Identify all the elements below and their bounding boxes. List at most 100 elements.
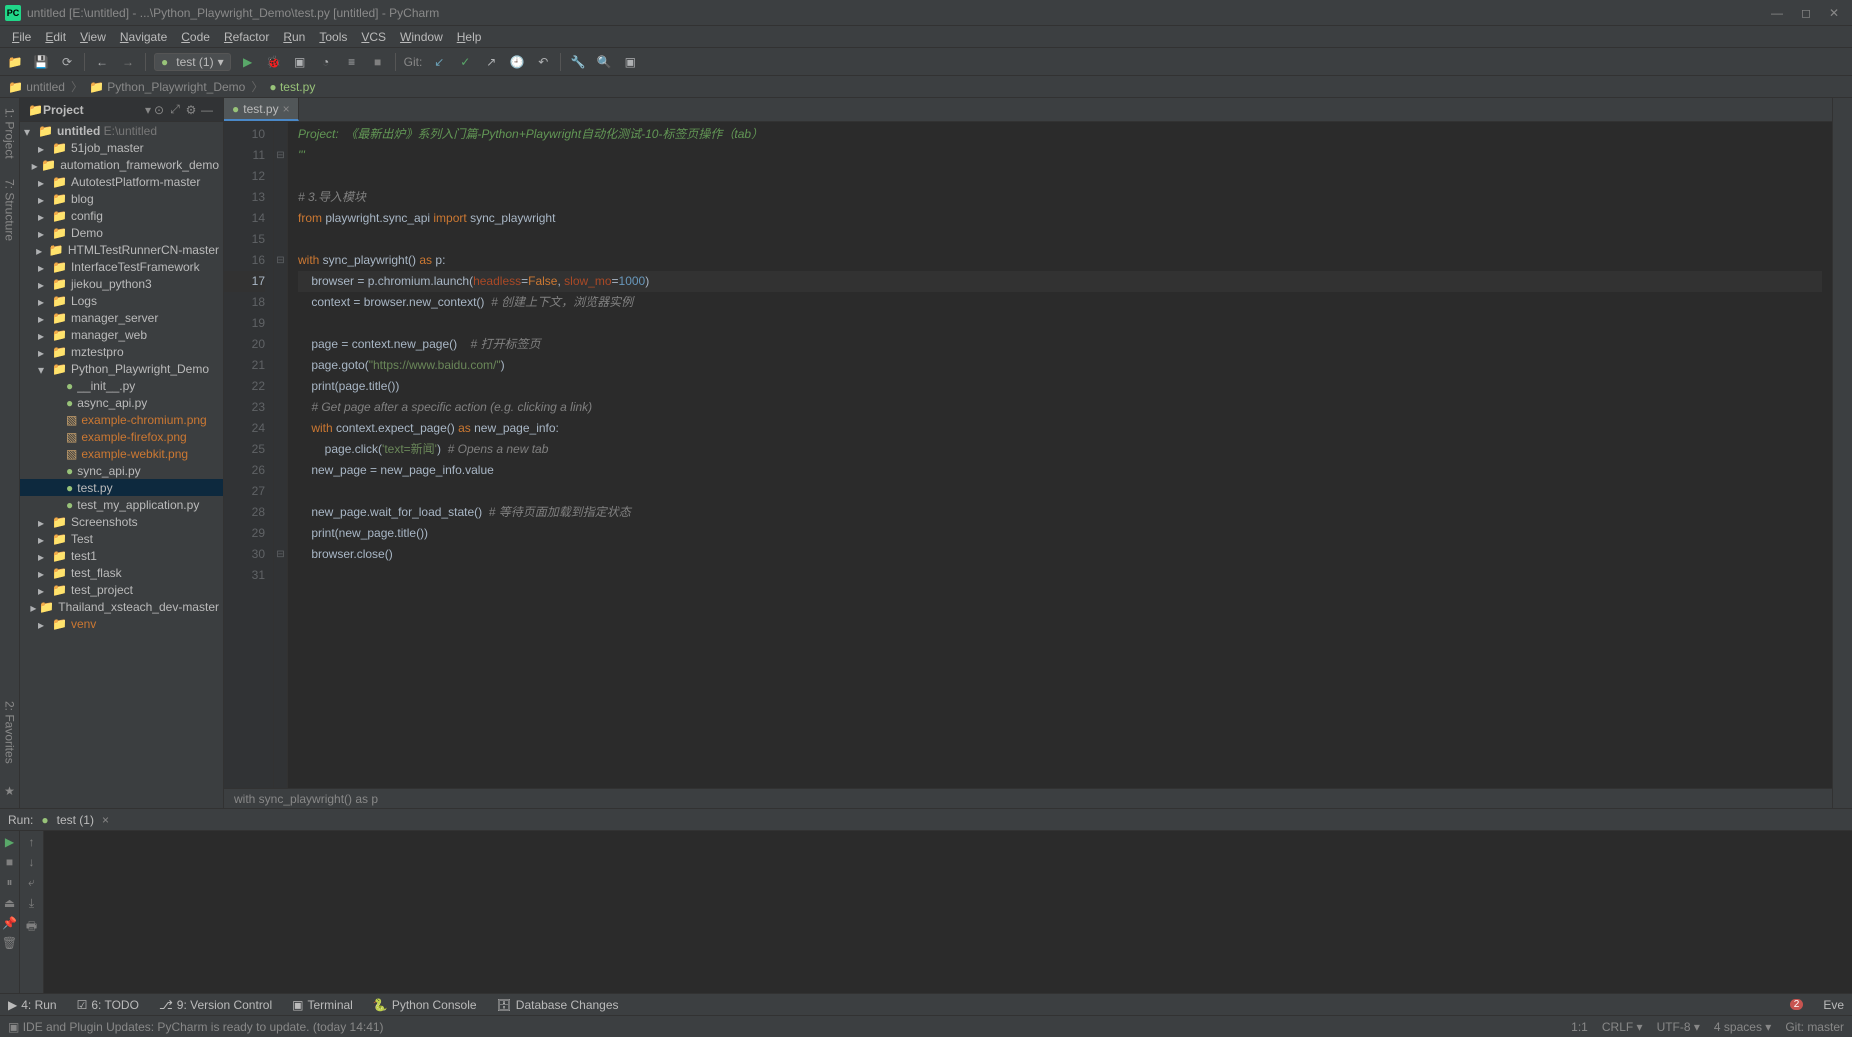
coverage-icon[interactable]: ▣	[291, 53, 309, 71]
structure-tool-tab[interactable]: 7: Structure	[3, 179, 17, 241]
refresh-icon[interactable]: ⟳	[58, 53, 76, 71]
tree-item[interactable]: ▸📁51job_master	[20, 139, 223, 156]
menu-vcs[interactable]: VCS	[355, 28, 392, 46]
tab-close-icon[interactable]: ×	[283, 102, 290, 116]
close-icon[interactable]: ✕	[1829, 6, 1839, 20]
menu-tools[interactable]: Tools	[313, 28, 353, 46]
vcs-tab-button[interactable]: ⎇ 9: Version Control	[159, 998, 272, 1012]
pause-icon[interactable]: ⏸	[6, 875, 12, 890]
menu-help[interactable]: Help	[451, 28, 488, 46]
tree-item[interactable]: ▸📁venv	[20, 615, 223, 632]
run-tab-button[interactable]: ▶ 4: Run	[8, 998, 57, 1012]
tree-item[interactable]: ▧example-firefox.png	[20, 428, 223, 445]
run-tab-close-icon[interactable]: ×	[102, 813, 109, 827]
locate-icon[interactable]: ⊙	[151, 103, 167, 117]
tree-item[interactable]: ▸📁config	[20, 207, 223, 224]
tree-item[interactable]: ▾📁Python_Playwright_Demo	[20, 360, 223, 377]
save-icon[interactable]: 💾	[32, 53, 50, 71]
error-badge[interactable]: 2	[1790, 999, 1804, 1010]
favorites-tool-tab[interactable]: 2: Favorites	[3, 701, 17, 764]
menu-edit[interactable]: Edit	[39, 28, 72, 46]
maximize-icon[interactable]: ◻	[1801, 6, 1811, 20]
favorites-star-icon[interactable]: ★	[3, 784, 17, 798]
tree-item[interactable]: ●async_api.py	[20, 394, 223, 411]
menu-view[interactable]: View	[74, 28, 112, 46]
search-icon[interactable]: 🔍	[595, 53, 613, 71]
debug-icon[interactable]: 🐞	[265, 53, 283, 71]
run-output[interactable]	[44, 831, 1852, 993]
profile-icon[interactable]: ◔	[317, 53, 335, 71]
tree-item[interactable]: ▸📁Thailand_xsteach_dev-master	[20, 598, 223, 615]
rerun-icon[interactable]: ▶	[5, 835, 14, 849]
event-log-tab-button[interactable]: Eve	[1823, 998, 1844, 1012]
tree-item[interactable]: ●sync_api.py	[20, 462, 223, 479]
line-sep[interactable]: CRLF ▾	[1602, 1020, 1643, 1034]
stop-icon[interactable]: ■	[369, 53, 387, 71]
breadcrumb-folder[interactable]: Python_Playwright_Demo	[107, 80, 245, 94]
tree-item[interactable]: ▸📁blog	[20, 190, 223, 207]
menu-file[interactable]: File	[6, 28, 37, 46]
breadcrumb-root[interactable]: untitled	[26, 80, 65, 94]
update-icon[interactable]: ↙	[430, 53, 448, 71]
db-changes-tab-button[interactable]: 🗄 Database Changes	[497, 998, 619, 1012]
minimize-icon[interactable]: —	[1771, 6, 1783, 20]
tree-item[interactable]: ▸📁test_flask	[20, 564, 223, 581]
tree-item[interactable]: ▸📁mztestpro	[20, 343, 223, 360]
run-config-select[interactable]: ●test (1)▾	[154, 53, 231, 71]
tree-item[interactable]: ●test_my_application.py	[20, 496, 223, 513]
tree-item[interactable]: ▸📁AutotestPlatform-master	[20, 173, 223, 190]
tree-item[interactable]: ▧example-webkit.png	[20, 445, 223, 462]
pin-icon[interactable]: 📌	[2, 916, 17, 930]
menu-refactor[interactable]: Refactor	[218, 28, 275, 46]
concurrency-icon[interactable]: ≡	[343, 53, 361, 71]
down-icon[interactable]: ↓	[29, 855, 35, 869]
tree-item[interactable]: ▸📁Demo	[20, 224, 223, 241]
code-editor[interactable]: 1011121314151617181920212223242526272829…	[224, 122, 1832, 788]
encoding[interactable]: UTF-8 ▾	[1657, 1020, 1700, 1034]
window-icon[interactable]: ▣	[8, 1020, 19, 1034]
scroll-icon[interactable]: ⤓	[29, 896, 34, 911]
indent[interactable]: 4 spaces ▾	[1714, 1020, 1771, 1034]
tree-item[interactable]: ▸📁jiekou_python3	[20, 275, 223, 292]
history-icon[interactable]: 🕘	[508, 53, 526, 71]
project-tree[interactable]: ▾📁untitled E:\untitled▸📁51job_master▸📁au…	[20, 122, 223, 808]
editor-tab-test-py[interactable]: ● test.py ×	[224, 98, 299, 121]
tree-item[interactable]: ●__init__.py	[20, 377, 223, 394]
breadcrumb-file[interactable]: test.py	[280, 80, 315, 94]
softwrap-icon[interactable]: ⤶	[28, 875, 35, 890]
compare-icon[interactable]: ↗	[482, 53, 500, 71]
tree-item[interactable]: ▸📁InterfaceTestFramework	[20, 258, 223, 275]
rollback-icon[interactable]: ↶	[534, 53, 552, 71]
forward-icon[interactable]: →	[119, 53, 137, 71]
tree-item[interactable]: ▸📁Screenshots	[20, 513, 223, 530]
tree-item[interactable]: ▧example-chromium.png	[20, 411, 223, 428]
up-icon[interactable]: ↑	[29, 835, 35, 849]
tree-item[interactable]: ▸📁HTMLTestRunnerCN-master	[20, 241, 223, 258]
project-tool-tab[interactable]: 1: Project	[3, 108, 17, 159]
hide-icon[interactable]: —	[199, 103, 215, 117]
tree-item[interactable]: ▸📁Logs	[20, 292, 223, 309]
settings-icon[interactable]: ⚙	[183, 103, 199, 117]
git-branch[interactable]: Git: master	[1785, 1020, 1844, 1034]
more-icon[interactable]: ▣	[621, 53, 639, 71]
tree-item[interactable]: ▸📁manager_web	[20, 326, 223, 343]
caret-position[interactable]: 1:1	[1571, 1020, 1588, 1034]
stop-run-icon[interactable]: ■	[6, 855, 13, 869]
tree-item[interactable]: ▸📁manager_server	[20, 309, 223, 326]
todo-tab-button[interactable]: ☑ 6: TODO	[77, 998, 139, 1012]
print-icon[interactable]: 🖶	[26, 917, 37, 938]
back-icon[interactable]: ←	[93, 53, 111, 71]
open-icon[interactable]: 📁	[6, 53, 24, 71]
run-icon[interactable]: ▶	[239, 53, 257, 71]
menu-code[interactable]: Code	[175, 28, 216, 46]
exit-icon[interactable]: ⏏	[4, 896, 15, 910]
tree-item[interactable]: ▾📁untitled E:\untitled	[20, 122, 223, 139]
code-breadcrumb[interactable]: with sync_playwright() as p	[234, 792, 378, 806]
menu-navigate[interactable]: Navigate	[114, 28, 173, 46]
ide-settings-icon[interactable]: 🔧	[569, 53, 587, 71]
menu-run[interactable]: Run	[277, 28, 311, 46]
menu-window[interactable]: Window	[394, 28, 449, 46]
tree-item[interactable]: ▸📁Test	[20, 530, 223, 547]
expand-icon[interactable]: ⤢	[167, 102, 183, 117]
tree-item[interactable]: ●test.py	[20, 479, 223, 496]
